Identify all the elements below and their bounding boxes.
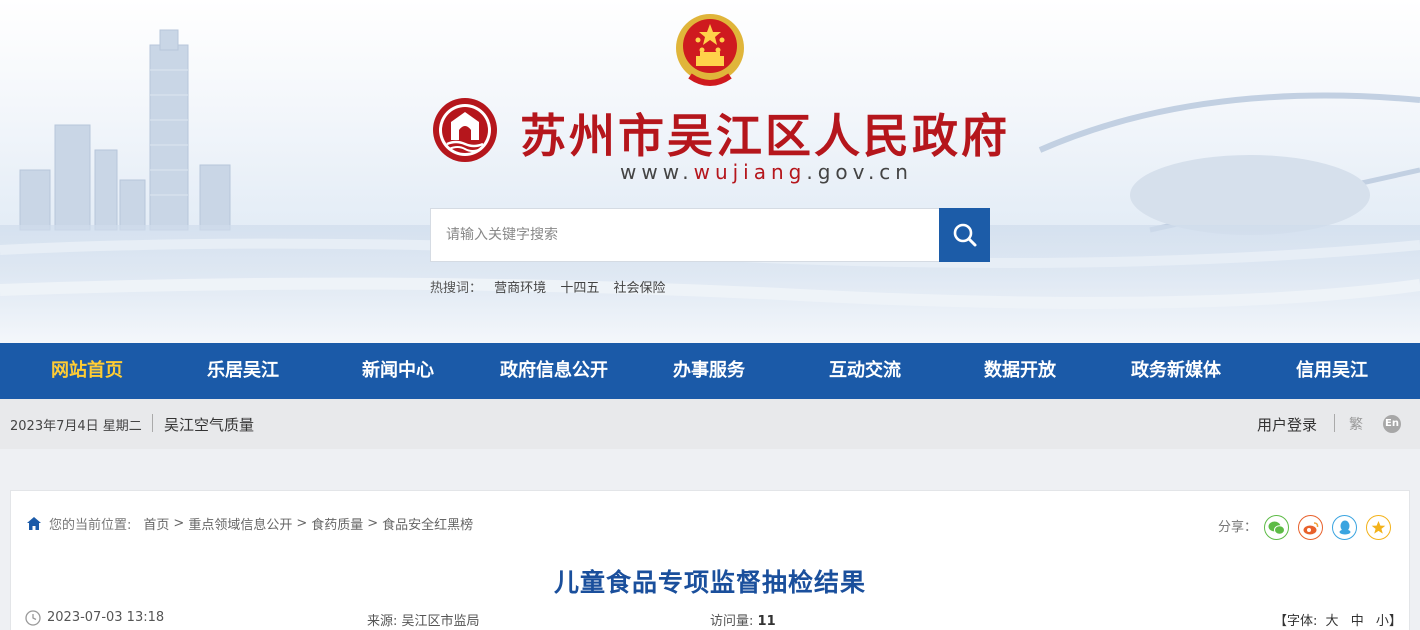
breadcrumb-separator: > xyxy=(367,516,379,531)
nav-item-news[interactable]: 新闻中心 xyxy=(362,343,434,399)
breadcrumb: 您的当前位置: 首页 > 重点领域信息公开 > 食药质量 > 食品安全红黑榜 xyxy=(27,514,473,533)
divider xyxy=(1334,414,1335,432)
breadcrumb-label: 您的当前位置: xyxy=(49,518,132,533)
wechat-icon xyxy=(1268,521,1285,535)
views-label: 访问量: xyxy=(710,614,754,629)
hot-search-label: 热搜词： xyxy=(430,281,483,296)
font-size-label: 【字体: xyxy=(1274,614,1318,629)
article-card: 您的当前位置: 首页 > 重点领域信息公开 > 食药质量 > 食品安全红黑榜 分… xyxy=(10,490,1410,630)
font-size-controls: 【字体: 大 中 小】 xyxy=(1274,610,1406,629)
divider xyxy=(152,414,153,432)
publish-time: 2023-07-03 13:18 xyxy=(47,610,165,625)
nav-item-living[interactable]: 乐居吴江 xyxy=(207,343,279,399)
source-value: 吴江区市监局 xyxy=(401,614,480,629)
source-label: 来源: xyxy=(367,614,398,629)
air-quality-link[interactable]: 吴江空气质量 xyxy=(164,414,254,435)
breadcrumb-separator: > xyxy=(173,516,185,531)
hot-word[interactable]: 十四五 xyxy=(560,281,599,296)
views-value: 11 xyxy=(757,614,776,629)
hot-word[interactable]: 社会保险 xyxy=(613,281,665,296)
hot-search: 热搜词： 营商环境 十四五 社会保险 xyxy=(430,277,675,296)
breadcrumb-key-areas[interactable]: 重点领域信息公开 xyxy=(188,514,292,533)
share-qzone-button[interactable] xyxy=(1366,515,1391,540)
nav-item-services[interactable]: 办事服务 xyxy=(673,343,745,399)
breadcrumb-food-drug[interactable]: 食药质量 xyxy=(311,514,363,533)
traditional-chinese-toggle[interactable]: 繁 xyxy=(1349,414,1363,434)
nav-item-credit[interactable]: 信用吴江 xyxy=(1296,343,1368,399)
nav-item-interaction[interactable]: 互动交流 xyxy=(829,343,901,399)
breadcrumb-separator: > xyxy=(296,516,308,531)
font-size-small-button[interactable]: 小】 xyxy=(1376,614,1402,629)
clock-icon xyxy=(25,610,41,626)
site-title: 苏州市吴江区人民政府 xyxy=(520,109,1010,163)
article-title: 儿童食品专项监督抽检结果 xyxy=(553,568,866,597)
site-url-domain: wujiang xyxy=(693,160,807,184)
search-box xyxy=(430,208,990,262)
national-emblem-icon xyxy=(676,14,744,86)
search-button[interactable] xyxy=(939,208,990,262)
header-banner: 苏州市吴江区人民政府 www.wujiang.gov.cn 热搜词： 营商环境 … xyxy=(0,0,1420,343)
share-qq-button[interactable] xyxy=(1332,515,1357,540)
hot-word[interactable]: 营商环境 xyxy=(494,281,546,296)
user-login-link[interactable]: 用户登录 xyxy=(1257,414,1317,435)
nav-item-new-media[interactable]: 政务新媒体 xyxy=(1131,343,1221,399)
qq-icon xyxy=(1339,520,1350,535)
nav-item-home[interactable]: 网站首页 xyxy=(51,343,123,399)
site-url: www.wujiang.gov.cn xyxy=(620,160,913,184)
home-icon xyxy=(27,517,41,530)
share-label: 分享： xyxy=(1218,520,1258,535)
share-weibo-button[interactable] xyxy=(1298,515,1323,540)
site-url-suffix: .gov.cn xyxy=(806,160,913,184)
english-toggle[interactable]: En xyxy=(1383,415,1401,433)
weibo-icon xyxy=(1303,521,1318,534)
article-source: 来源: 吴江区市监局 xyxy=(367,610,480,629)
article-views: 访问量: 11 xyxy=(710,610,776,629)
site-url-prefix: www. xyxy=(620,160,694,184)
share-wechat-button[interactable] xyxy=(1264,515,1289,540)
search-icon xyxy=(953,223,976,247)
main-nav: 网站首页 乐居吴江 新闻中心 政府信息公开 办事服务 互动交流 数据开放 政务新… xyxy=(0,343,1420,399)
font-size-large-button[interactable]: 大 xyxy=(1326,614,1339,629)
search-input[interactable] xyxy=(431,209,940,261)
sub-bar: 2023年7月4日 星期二 吴江空气质量 用户登录 繁 xyxy=(0,399,1420,449)
qzone-icon xyxy=(1371,521,1386,534)
nav-item-gov-info[interactable]: 政府信息公开 xyxy=(500,343,608,399)
breadcrumb-food-safety[interactable]: 食品安全红黑榜 xyxy=(382,514,473,533)
breadcrumb-home[interactable]: 首页 xyxy=(143,514,169,533)
font-size-medium-button[interactable]: 中 xyxy=(1351,614,1364,629)
current-date: 2023年7月4日 星期二 xyxy=(10,419,142,434)
wujiang-logo-icon xyxy=(433,98,497,162)
nav-item-open-data[interactable]: 数据开放 xyxy=(984,343,1056,399)
